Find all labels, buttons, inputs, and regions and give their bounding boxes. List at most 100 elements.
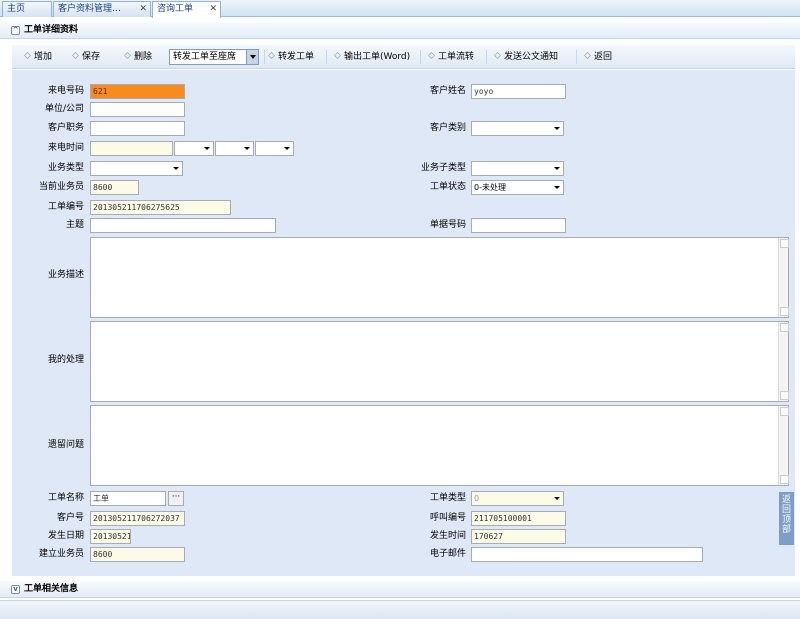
biz-subtype-select[interactable] xyxy=(471,161,564,176)
close-icon[interactable]: ✕ xyxy=(209,2,217,16)
current-agent-input[interactable]: 8600 xyxy=(90,180,139,195)
footer-bar xyxy=(0,600,800,619)
biz-subtype-label: 业务子类型 xyxy=(420,163,466,173)
scrollbar[interactable] xyxy=(778,238,789,317)
back-to-top-button[interactable]: 返回顶部 xyxy=(779,492,794,545)
subject-input[interactable] xyxy=(90,218,276,233)
ticket-flow-button[interactable]: 工单流转 xyxy=(428,51,474,63)
creator-label: 建立业务员 xyxy=(38,549,84,559)
chevron-down-icon[interactable] xyxy=(201,142,213,155)
current-agent-label: 当前业务员 xyxy=(38,182,84,192)
tag-icon xyxy=(428,52,435,59)
occur-date-input[interactable]: 20130521 xyxy=(90,529,131,544)
ticket-no-label: 工单编号 xyxy=(47,202,84,212)
ticket-name-label: 工单名称 xyxy=(47,493,84,503)
email-input[interactable] xyxy=(471,547,703,562)
occur-date-label: 发生日期 xyxy=(47,531,84,541)
toolbar-divider xyxy=(486,50,487,64)
delete-button[interactable]: 删除 xyxy=(124,51,152,63)
tag-icon xyxy=(72,52,79,59)
ticket-status-label: 工单状态 xyxy=(429,182,466,192)
call-no-input[interactable]: 211705100001 xyxy=(471,511,566,526)
call-hour-select[interactable] xyxy=(174,141,214,156)
creator-input[interactable]: 8600 xyxy=(90,547,185,562)
save-button[interactable]: 保存 xyxy=(72,51,100,63)
description-textarea[interactable] xyxy=(90,237,789,318)
ticket-form: 来电号码 621 客户姓名 yoyo 单位/公司 客户职务 客户类别 来电时间 … xyxy=(12,70,795,576)
chevron-down-icon[interactable] xyxy=(551,492,563,505)
tab-label: 客户资料管理… xyxy=(58,4,122,14)
ticket-name-picker-button[interactable]: ··· xyxy=(168,491,184,506)
section-header-related[interactable]: v 工单相关信息 xyxy=(0,581,800,598)
tag-icon xyxy=(334,52,341,59)
scrollbar[interactable] xyxy=(778,406,789,485)
tab-label: 主页 xyxy=(7,4,26,14)
caller-number-label: 来电号码 xyxy=(47,86,84,96)
call-no-label: 呼叫编号 xyxy=(429,513,466,523)
ticket-name-input[interactable]: 工单 xyxy=(90,491,166,506)
company-label: 单位/公司 xyxy=(44,104,84,114)
biz-type-label: 业务类型 xyxy=(47,163,84,173)
ticket-type-select[interactable]: 0 xyxy=(471,491,564,506)
customer-type-select[interactable] xyxy=(471,121,564,136)
customer-name-input[interactable]: yoyo xyxy=(471,84,566,99)
export-word-button[interactable]: 输出工单(Word) xyxy=(334,51,410,63)
customer-no-input[interactable]: 201305211706272037 xyxy=(90,511,185,526)
caller-number-input[interactable]: 621 xyxy=(90,84,185,99)
tag-icon xyxy=(494,52,501,59)
tab-consult-ticket[interactable]: 咨询工单 ✕ xyxy=(152,1,221,18)
company-input[interactable] xyxy=(90,102,185,117)
call-time-input[interactable] xyxy=(90,141,173,156)
chevron-down-icon[interactable] xyxy=(551,162,563,175)
remaining-textarea[interactable] xyxy=(90,405,789,486)
customer-no-label: 客户号 xyxy=(56,513,84,523)
customer-type-label: 客户类别 xyxy=(429,123,466,133)
call-second-select[interactable] xyxy=(255,141,294,156)
customer-name-label: 客户姓名 xyxy=(429,86,466,96)
chevron-down-icon[interactable] xyxy=(551,181,563,194)
remaining-label: 遗留问题 xyxy=(47,440,84,450)
occur-time-input[interactable]: 170627 xyxy=(471,529,566,544)
biz-type-select[interactable] xyxy=(90,161,183,176)
send-notice-button[interactable]: 发送公文通知 xyxy=(494,51,558,63)
toolbar-divider xyxy=(264,50,265,64)
forward-ticket-button[interactable]: 转发工单 xyxy=(268,51,314,63)
my-handling-textarea[interactable] xyxy=(90,321,789,402)
collapse-icon[interactable]: ^ xyxy=(11,26,20,35)
tag-icon xyxy=(584,52,591,59)
close-icon[interactable]: ✕ xyxy=(139,2,147,16)
expand-icon[interactable]: v xyxy=(11,585,20,594)
forward-agent-select[interactable]: 转发工单至座席 xyxy=(169,49,259,65)
tab-label: 咨询工单 xyxy=(157,4,194,14)
customer-job-input[interactable] xyxy=(90,121,185,136)
chevron-down-icon[interactable] xyxy=(170,162,182,175)
doc-no-input[interactable] xyxy=(471,218,566,233)
chevron-down-icon[interactable] xyxy=(246,50,258,64)
tab-bar: 主页 客户资料管理… ✕ 咨询工单 ✕ xyxy=(0,0,800,18)
my-handling-label: 我的处理 xyxy=(47,355,84,365)
description-label: 业务描述 xyxy=(47,270,84,280)
tab-customer-profile[interactable]: 客户资料管理… ✕ xyxy=(53,1,151,17)
call-minute-select[interactable] xyxy=(215,141,254,156)
scrollbar[interactable] xyxy=(778,322,789,401)
ticket-status-select[interactable]: 0-未处理 xyxy=(471,180,564,195)
section-header-details[interactable]: ^ 工单详细资料 xyxy=(0,22,800,39)
subject-label: 主题 xyxy=(65,220,84,230)
chevron-down-icon[interactable] xyxy=(241,142,253,155)
add-button[interactable]: 增加 xyxy=(24,51,52,63)
ticket-type-label: 工单类型 xyxy=(429,493,466,503)
ticket-no-input[interactable]: 201305211706275625 xyxy=(90,200,231,215)
tag-icon xyxy=(24,52,31,59)
chevron-down-icon[interactable] xyxy=(551,122,563,135)
toolbar-divider xyxy=(326,50,327,64)
call-time-label: 来电时间 xyxy=(47,143,84,153)
toolbar-divider xyxy=(420,50,421,64)
back-to-top-label: 返回顶部 xyxy=(781,495,791,535)
chevron-down-icon[interactable] xyxy=(281,142,293,155)
back-button[interactable]: 返回 xyxy=(584,51,612,63)
occur-time-label: 发生时间 xyxy=(429,531,466,541)
tag-icon xyxy=(268,52,275,59)
toolbar-divider xyxy=(576,50,577,64)
customer-job-label: 客户职务 xyxy=(47,123,84,133)
tab-home[interactable]: 主页 xyxy=(2,1,52,17)
